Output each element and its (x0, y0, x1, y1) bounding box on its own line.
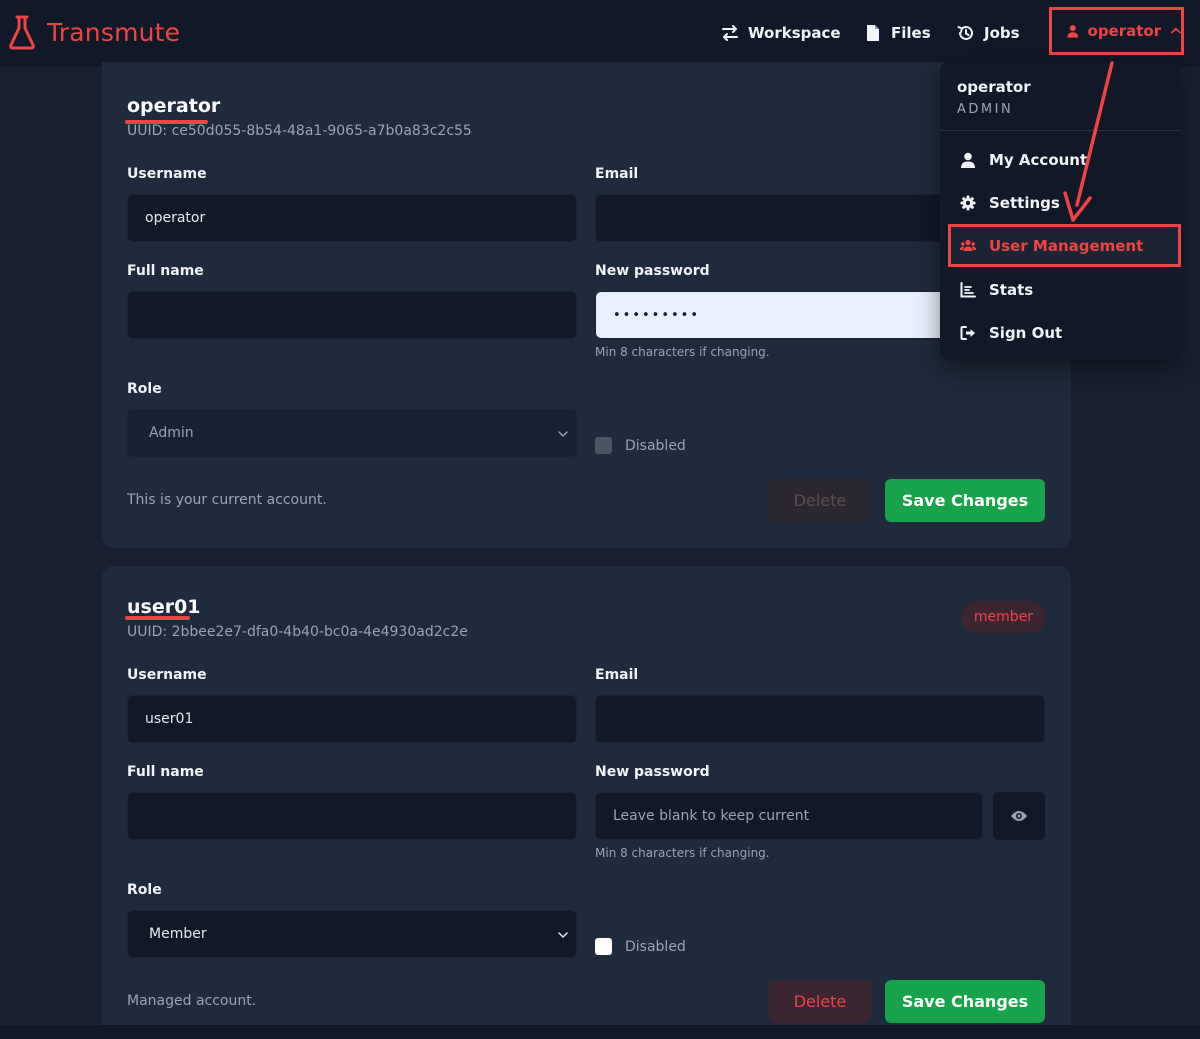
user-uuid: UUID: 2bbee2e7-dfa0-4b40-bc0a-4e4930ad2c… (127, 624, 468, 640)
menu-item-user-management[interactable]: User Management (960, 234, 1143, 258)
annotation-arrow-icon (1063, 61, 1114, 222)
chevron-down-icon (558, 431, 568, 438)
disabled-toggle[interactable]: Disabled (595, 437, 686, 454)
role-badge: member (961, 601, 1046, 633)
nav-jobs[interactable]: Jobs (957, 20, 1020, 46)
menu-item-settings[interactable]: Settings (960, 191, 1060, 215)
user-icon (1067, 25, 1079, 38)
user-card-user01: user01 UUID: 2bbee2e7-dfa0-4b40-bc0a-4e4… (102, 566, 1071, 1039)
delete-button[interactable]: Delete (769, 479, 871, 522)
file-icon (867, 25, 879, 41)
save-changes-button[interactable]: Save Changes (885, 980, 1045, 1023)
menu-item-label: Sign Out (989, 324, 1063, 342)
menu-item-label: User Management (989, 237, 1144, 255)
disabled-label: Disabled (625, 938, 686, 955)
role-select[interactable]: Admin (127, 409, 577, 457)
history-icon (957, 25, 973, 40)
eye-icon (1011, 811, 1027, 821)
title-underline (125, 616, 190, 620)
nav-jobs-label: Jobs (984, 24, 1020, 42)
nav-workspace-label: Workspace (748, 24, 841, 42)
full-name-input[interactable] (127, 291, 577, 339)
role-select-value: Admin (149, 425, 194, 441)
flask-icon (9, 15, 35, 50)
chevron-down-icon (558, 932, 568, 939)
brand-name: Transmute (47, 17, 181, 47)
top-navbar: Transmute Workspace Files Jobs operator (0, 0, 1200, 67)
sign-out-icon (960, 326, 975, 340)
new-password-label: New password (595, 764, 710, 780)
user-uuid: UUID: ce50d055-8b54-48a1-9065-a7b0a83c2c… (127, 123, 472, 139)
role-label: Role (127, 381, 162, 397)
bottom-scroll-edge (0, 1025, 1200, 1039)
swap-arrows-icon (722, 25, 738, 41)
save-changes-button[interactable]: Save Changes (885, 479, 1045, 522)
new-password-label: New password (595, 263, 710, 279)
username-input[interactable]: operator (127, 194, 577, 242)
user-menu-button[interactable]: operator (1049, 7, 1184, 55)
disabled-toggle[interactable]: Disabled (595, 938, 686, 955)
menu-item-label: Stats (989, 281, 1034, 299)
chart-icon (960, 282, 976, 298)
users-icon (960, 239, 976, 251)
password-hint: Min 8 characters if changing. (595, 345, 770, 359)
full-name-label: Full name (127, 764, 204, 780)
role-select-value: Member (149, 926, 207, 942)
dropdown-role: ADMIN (957, 102, 1014, 117)
chevron-up-icon (1171, 27, 1181, 34)
user-icon (961, 152, 975, 168)
account-note: This is your current account. (127, 492, 327, 508)
full-name-label: Full name (127, 263, 204, 279)
disabled-label: Disabled (625, 437, 686, 454)
disabled-checkbox[interactable] (595, 938, 612, 955)
menu-item-sign-out[interactable]: Sign Out (960, 321, 1062, 345)
account-note: Managed account. (127, 993, 257, 1009)
email-label: Email (595, 667, 639, 683)
user-card-title: operator (127, 95, 221, 117)
email-input[interactable] (595, 695, 1045, 743)
user-menu-label: operator (1087, 22, 1162, 40)
user-card-operator: operator UUID: ce50d055-8b54-48a1-9065-a… (102, 62, 1071, 548)
menu-item-label: Settings (989, 194, 1060, 212)
nav-files[interactable]: Files (864, 20, 931, 46)
password-hint: Min 8 characters if changing. (595, 846, 770, 860)
nav-files-label: Files (891, 24, 931, 42)
username-label: Username (127, 667, 207, 683)
dropdown-username: operator (957, 78, 1031, 96)
username-label: Username (127, 166, 207, 182)
delete-button[interactable]: Delete (769, 980, 871, 1023)
menu-item-stats[interactable]: Stats (960, 278, 1033, 302)
new-password-input[interactable]: Leave blank to keep current (595, 792, 983, 840)
role-label: Role (127, 882, 162, 898)
disabled-checkbox[interactable] (595, 437, 612, 454)
full-name-input[interactable] (127, 792, 577, 840)
username-input[interactable]: user01 (127, 695, 577, 743)
user-card-title: user01 (127, 596, 201, 618)
gear-icon (960, 195, 976, 211)
show-password-button[interactable] (993, 792, 1045, 840)
nav-workspace[interactable]: Workspace (721, 20, 841, 46)
email-label: Email (595, 166, 639, 182)
role-select[interactable]: Member (127, 910, 577, 958)
brand-logo[interactable]: Transmute (8, 14, 180, 50)
